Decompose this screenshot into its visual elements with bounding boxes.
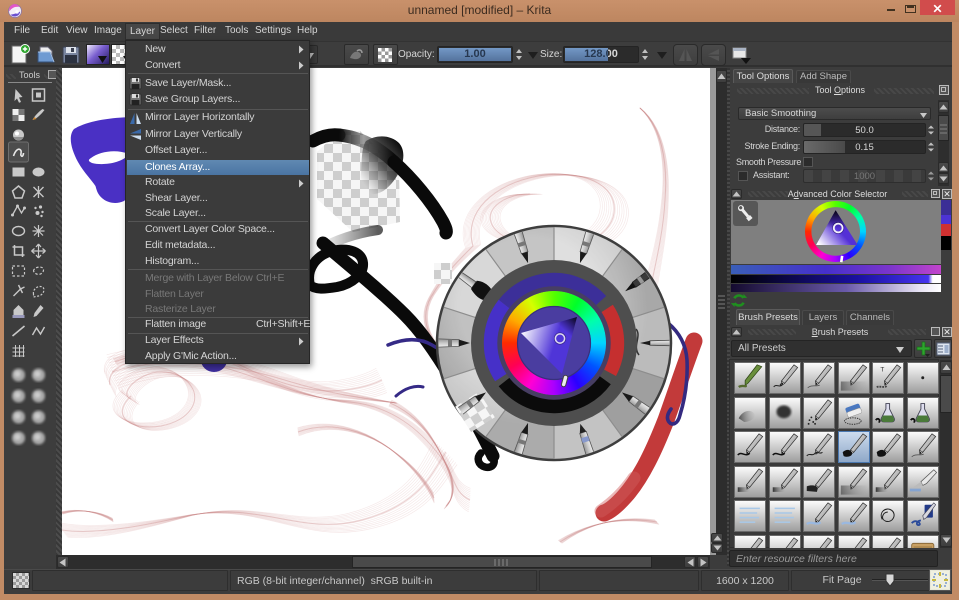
svg-text:T: T	[880, 366, 884, 373]
